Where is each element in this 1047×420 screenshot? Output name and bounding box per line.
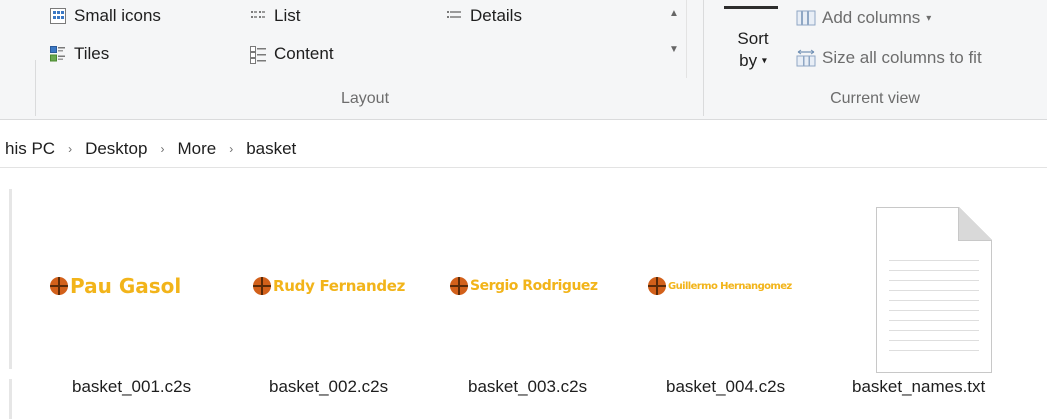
current-view-group-label: Current view (830, 90, 920, 107)
breadcrumb-item-more[interactable]: More (176, 139, 217, 159)
chevron-right-icon[interactable]: › (229, 142, 233, 156)
tiles-icon (50, 46, 66, 62)
group-divider (703, 0, 704, 116)
layout-option-label: Tiles (74, 44, 110, 63)
file-name: basket_003.c2s (468, 377, 588, 396)
layout-option-label: Details (470, 6, 522, 25)
breadcrumb-item-desktop[interactable]: Desktop (84, 139, 148, 159)
file-thumbnail: Rudy Fernandez (253, 254, 405, 318)
file-thumbnail: Guillermo Hernangomez (648, 254, 792, 318)
basketball-icon (50, 277, 68, 295)
sort-icon (724, 6, 778, 9)
details-icon (446, 8, 462, 24)
player-name-text: Pau Gasol (70, 274, 182, 298)
file-name: basket_001.c2s (72, 377, 192, 396)
ribbon: Small icons List Details Tiles Content ▲… (0, 0, 1047, 120)
player-name-text: Rudy Fernandez (273, 277, 406, 295)
chevron-right-icon[interactable]: › (160, 142, 164, 156)
page-fold (958, 207, 992, 241)
layout-option-label: Small icons (74, 6, 161, 25)
chevron-right-icon[interactable]: › (68, 142, 72, 156)
layout-option-label: List (274, 6, 301, 25)
file-item-basket-002[interactable]: Rudy Fernandez basket_002.c2s (253, 169, 433, 420)
group-divider (35, 60, 36, 116)
chevron-down-icon: ▾ (926, 12, 932, 24)
layout-option-small-icons[interactable]: Small icons (50, 4, 161, 28)
navigation-pane-edge (9, 189, 12, 369)
gallery-more-icon[interactable]: ▼ (666, 44, 682, 55)
layout-option-list[interactable]: List (250, 4, 300, 28)
breadcrumb: his PC › Desktop › More › basket (0, 130, 1047, 168)
basketball-icon (450, 277, 468, 295)
gallery-divider (686, 0, 687, 78)
small-icons-icon (50, 8, 66, 24)
player-name-text: Guillermo Hernangomez (668, 280, 792, 292)
add-columns-label: Add columns (822, 8, 921, 27)
file-thumbnail: Sergio Rodriguez (450, 254, 598, 318)
basketball-icon (648, 277, 666, 295)
size-columns-label: Size all columns to fit (822, 48, 982, 67)
list-icon (250, 8, 266, 24)
file-item-basket-003[interactable]: Sergio Rodriguez basket_003.c2s (450, 169, 630, 420)
layout-group-label: Layout (340, 90, 390, 107)
file-thumbnail: Pau Gasol (50, 254, 181, 318)
navigation-pane-edge (9, 379, 12, 419)
layout-option-label: Content (274, 44, 334, 63)
file-name[interactable]: basket_names.txt (852, 377, 985, 397)
layout-option-tiles[interactable]: Tiles (50, 42, 109, 66)
breadcrumb-item-basket[interactable]: basket (245, 139, 297, 159)
content-icon (250, 46, 266, 64)
layout-option-details[interactable]: Details (446, 4, 522, 28)
size-columns-icon (796, 49, 816, 67)
text-document-icon[interactable] (876, 207, 992, 373)
add-columns-icon (796, 9, 816, 27)
layout-option-content[interactable]: Content (250, 42, 334, 66)
basketball-icon (253, 277, 271, 295)
file-name: basket_002.c2s (269, 377, 389, 396)
chevron-down-icon: ▾ (761, 55, 767, 67)
file-item-basket-004[interactable]: Guillermo Hernangomez basket_004.c2s (648, 169, 828, 420)
file-view: Pau Gasol basket_001.c2s Rudy Fernandez … (0, 169, 1047, 420)
file-name: basket_004.c2s (666, 377, 786, 396)
player-name-text: Sergio Rodriguez (470, 278, 598, 294)
file-item-basket-001[interactable]: Pau Gasol basket_001.c2s (50, 169, 240, 420)
breadcrumb-item-this-pc[interactable]: his PC (4, 139, 56, 159)
add-columns-button[interactable]: Add columns ▾ (796, 6, 931, 30)
sort-label-top: Sort (737, 29, 769, 48)
sort-by-button[interactable]: Sort by ▾ (728, 28, 778, 73)
sort-label-bottom: by (739, 51, 758, 70)
gallery-scroll-up-icon[interactable]: ▲ (666, 8, 682, 19)
size-columns-button[interactable]: Size all columns to fit (796, 46, 982, 70)
